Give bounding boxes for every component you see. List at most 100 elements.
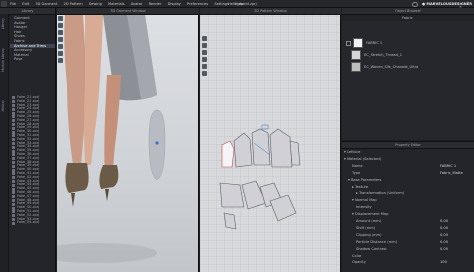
property-row[interactable]: Color	[344, 254, 472, 260]
property-row[interactable]: Shift (mm) 0.00	[344, 226, 472, 232]
garment-icon[interactable]	[58, 23, 63, 28]
fabric-label: FABRIC 1	[366, 41, 383, 45]
file-label: Fake_54.zprj	[17, 220, 40, 225]
file-icon	[12, 111, 15, 115]
menu-2d-pattern[interactable]: 2D Pattern	[64, 2, 83, 6]
file-icon	[12, 202, 15, 206]
property-row[interactable]: Particle Distance (mm) 0.00	[344, 240, 472, 246]
file-icon	[12, 149, 15, 153]
property-label: Color	[352, 253, 362, 258]
pin-icon[interactable]	[58, 58, 63, 63]
tab-fabric[interactable]: Fabric	[402, 16, 413, 20]
pattern-canvas	[219, 124, 301, 230]
property-row[interactable]: Type Fabric_Matte	[344, 171, 472, 177]
library-tree: Garment Avatar Hanger Hair Shoes Fabric …	[10, 16, 55, 62]
file-icon	[12, 187, 15, 191]
menu-bar: File Edit 3D Garment 2D Pattern Sewing M…	[0, 0, 474, 9]
property-label: ▾ Lettuce	[344, 150, 361, 154]
menu-3d-garment[interactable]: 3D Garment	[35, 2, 57, 6]
fabric-item[interactable]: EC_Woven_Silk_Charode_Ultra	[346, 62, 470, 72]
file-icon	[12, 157, 15, 161]
object-browser-panel: Object Browser	[342, 8, 474, 140]
property-label: Clipping (mm)	[356, 232, 382, 237]
property-label: ▾ Normal Map	[352, 198, 377, 203]
file-icon	[12, 153, 15, 157]
menu-sewing[interactable]: Sewing	[89, 2, 102, 6]
side-tab-module-library[interactable]: Module Library	[1, 48, 5, 72]
menu-materials[interactable]: Materials	[108, 2, 124, 6]
fabric-item[interactable]: FABRIC 1	[346, 38, 470, 48]
property-value[interactable]: 0.00	[440, 240, 448, 246]
property-value[interactable]: 0.00	[440, 226, 448, 232]
file-icon	[12, 172, 15, 176]
object-browser-title: Object Browser	[342, 8, 474, 15]
property-row[interactable]: ▾ Base Parameters	[344, 178, 472, 184]
file-icon	[12, 103, 15, 107]
avatar-icon[interactable]	[58, 16, 63, 21]
property-label: ▾ Material (Selected)	[344, 156, 382, 161]
texture-icon[interactable]	[58, 37, 63, 42]
property-row[interactable]: Clipping (mm) 0.00	[344, 233, 472, 239]
property-label: Particle Distance (mm)	[356, 239, 398, 244]
file-icon	[12, 214, 15, 218]
file-icon	[12, 115, 15, 119]
file-icon	[12, 134, 15, 138]
menu-display[interactable]: Display	[168, 2, 181, 6]
file-icon	[12, 217, 15, 221]
property-value[interactable]: 0.00	[440, 219, 448, 225]
property-row[interactable]: ▾ Lettuce	[344, 150, 472, 156]
menu-settings[interactable]: Settings	[214, 2, 229, 6]
property-row[interactable]: Amount (mm) 0.00	[344, 219, 472, 225]
file-icon	[12, 183, 15, 187]
object-browser-tabs: Fabric	[342, 15, 474, 21]
property-label: Shadow Contrast	[356, 246, 387, 251]
property-value[interactable]: Fabric_Matte	[440, 171, 463, 177]
menu-file[interactable]: File	[10, 2, 16, 6]
menu-render[interactable]: Render	[149, 2, 162, 6]
library-file-item[interactable]: Fake_54.zprj	[12, 220, 56, 225]
checkbox-icon[interactable]	[346, 40, 351, 46]
file-icon	[12, 210, 15, 214]
arrangement-icon[interactable]	[58, 44, 63, 49]
property-value[interactable]: 0.00	[440, 247, 448, 253]
file-icon	[12, 168, 15, 172]
property-row[interactable]: ▸ Texture	[344, 185, 472, 191]
fabric-label: EC_Stretch_Thread_1	[364, 53, 402, 57]
property-value[interactable]: 0.00	[440, 233, 448, 239]
property-editor-title: Property Editor	[342, 142, 474, 149]
account-icon[interactable]	[412, 1, 418, 7]
fabric-icon[interactable]	[58, 30, 63, 35]
2d-pattern-window[interactable]: 2D Pattern Window	[200, 8, 341, 272]
file-icon	[12, 122, 15, 126]
property-row[interactable]: ▾ Displacement Map	[344, 212, 472, 218]
file-icon	[12, 138, 15, 142]
file-icon	[12, 191, 15, 195]
library-file-list: Fake_21.zprj Fake_22.zprj Fake_23.zprj Fake…	[12, 95, 56, 225]
menu-avatar[interactable]: Avatar	[131, 2, 143, 6]
side-tab-library[interactable]: Library	[1, 18, 5, 29]
property-row[interactable]: Intensity	[344, 205, 472, 211]
tree-item-pose[interactable]: Pose	[10, 57, 55, 62]
fabric-item[interactable]: EC_Stretch_Thread_1	[346, 50, 470, 60]
property-row[interactable]: ▾ Material (Selected)	[344, 157, 472, 163]
3d-garment-window[interactable]: 3D Garment Window	[57, 8, 199, 272]
property-row[interactable]: ▸ Transformation (Uniform)	[344, 191, 472, 197]
side-tab-history[interactable]: History	[1, 100, 5, 111]
stitch-icon[interactable]	[58, 51, 63, 56]
3d-scene	[57, 15, 166, 263]
property-row[interactable]: Shadow Contrast 0.00	[344, 247, 472, 253]
property-label: Shift (mm)	[356, 225, 376, 230]
property-label: Name	[352, 163, 363, 168]
menu-edit[interactable]: Edit	[22, 2, 29, 6]
property-value[interactable]: FABRIC 1	[440, 164, 456, 170]
property-row[interactable]: Opacity 100	[344, 260, 472, 266]
property-row[interactable]: ▾ Normal Map	[344, 198, 472, 204]
file-icon	[12, 176, 15, 180]
library-side-tabs: Library Module Library History	[0, 14, 9, 272]
file-icon	[12, 179, 15, 183]
property-row[interactable]: Name FABRIC 1	[344, 164, 472, 170]
property-value[interactable]: 100	[440, 260, 447, 266]
file-icon	[12, 164, 15, 168]
menu-preferences[interactable]: Preferences	[187, 2, 208, 6]
property-label: Amount (mm)	[356, 219, 382, 223]
